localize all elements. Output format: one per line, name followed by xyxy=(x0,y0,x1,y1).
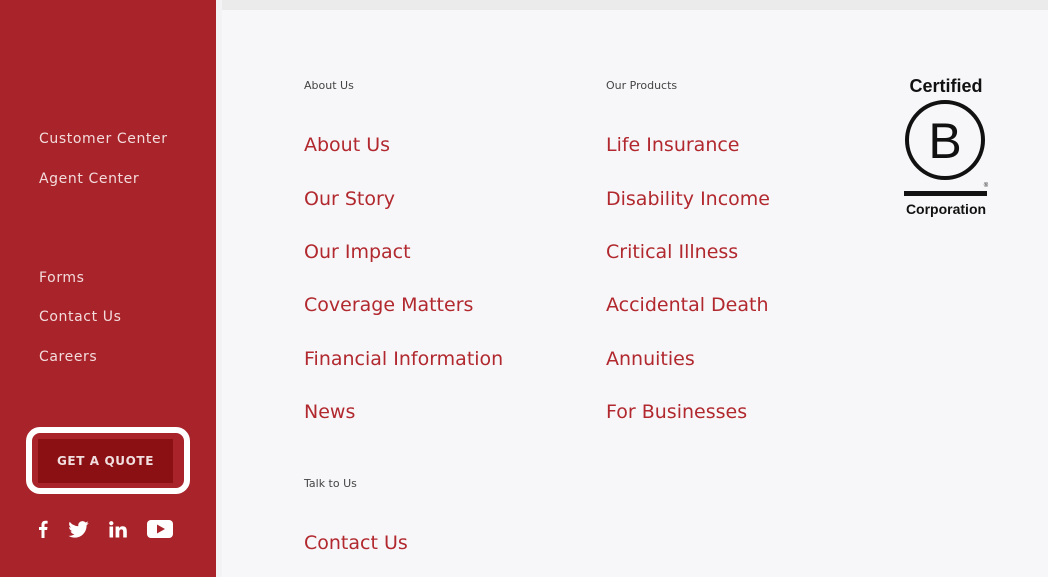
facebook-link[interactable] xyxy=(36,518,50,540)
about-us-heading: About Us xyxy=(304,79,354,92)
linkedin-icon xyxy=(108,520,127,537)
sidebar-link-contact-us[interactable]: Contact Us xyxy=(39,309,121,325)
sidebar-link-agent-center[interactable]: Agent Center xyxy=(39,171,139,187)
b-corp-icon: B ® xyxy=(904,100,989,196)
link-annuities[interactable]: Annuities xyxy=(606,348,695,370)
link-life-insurance[interactable]: Life Insurance xyxy=(606,134,740,156)
badge-letter: B xyxy=(928,113,961,169)
content-edge xyxy=(216,0,222,577)
link-our-impact[interactable]: Our Impact xyxy=(304,241,411,263)
certified-b-corp-logo: Certified B ® Corporation xyxy=(900,76,992,218)
badge-corporation-text: Corporation xyxy=(905,201,987,217)
registered-mark: ® xyxy=(984,182,989,189)
link-disability-income[interactable]: Disability Income xyxy=(606,188,770,210)
link-for-businesses[interactable]: For Businesses xyxy=(606,401,747,423)
youtube-icon xyxy=(147,520,173,538)
twitter-link[interactable] xyxy=(66,518,90,540)
facebook-icon xyxy=(39,520,48,538)
sidebar-link-careers[interactable]: Careers xyxy=(39,349,97,365)
our-products-heading: Our Products xyxy=(606,79,678,92)
sidebar-link-customer-center[interactable]: Customer Center xyxy=(39,131,168,147)
sidebar-link-forms[interactable]: Forms xyxy=(39,270,85,286)
link-accidental-death[interactable]: Accidental Death xyxy=(606,294,769,316)
link-contact-us[interactable]: Contact Us xyxy=(304,532,408,554)
top-strip xyxy=(222,0,1048,10)
sidebar: Customer Center Agent Center Forms Conta… xyxy=(0,0,216,577)
link-coverage-matters[interactable]: Coverage Matters xyxy=(304,294,473,316)
get-a-quote-button[interactable]: GET A QUOTE xyxy=(38,439,173,483)
linkedin-link[interactable] xyxy=(107,518,129,540)
link-critical-illness[interactable]: Critical Illness xyxy=(606,241,738,263)
link-our-story[interactable]: Our Story xyxy=(304,188,395,210)
badge-certified-text: Certified xyxy=(909,76,983,96)
talk-to-us-heading: Talk to Us xyxy=(304,477,357,490)
link-about-us[interactable]: About Us xyxy=(304,134,390,156)
link-news[interactable]: News xyxy=(304,401,355,423)
youtube-link[interactable] xyxy=(146,518,174,540)
twitter-icon xyxy=(67,520,89,538)
link-financial-information[interactable]: Financial Information xyxy=(304,348,503,370)
